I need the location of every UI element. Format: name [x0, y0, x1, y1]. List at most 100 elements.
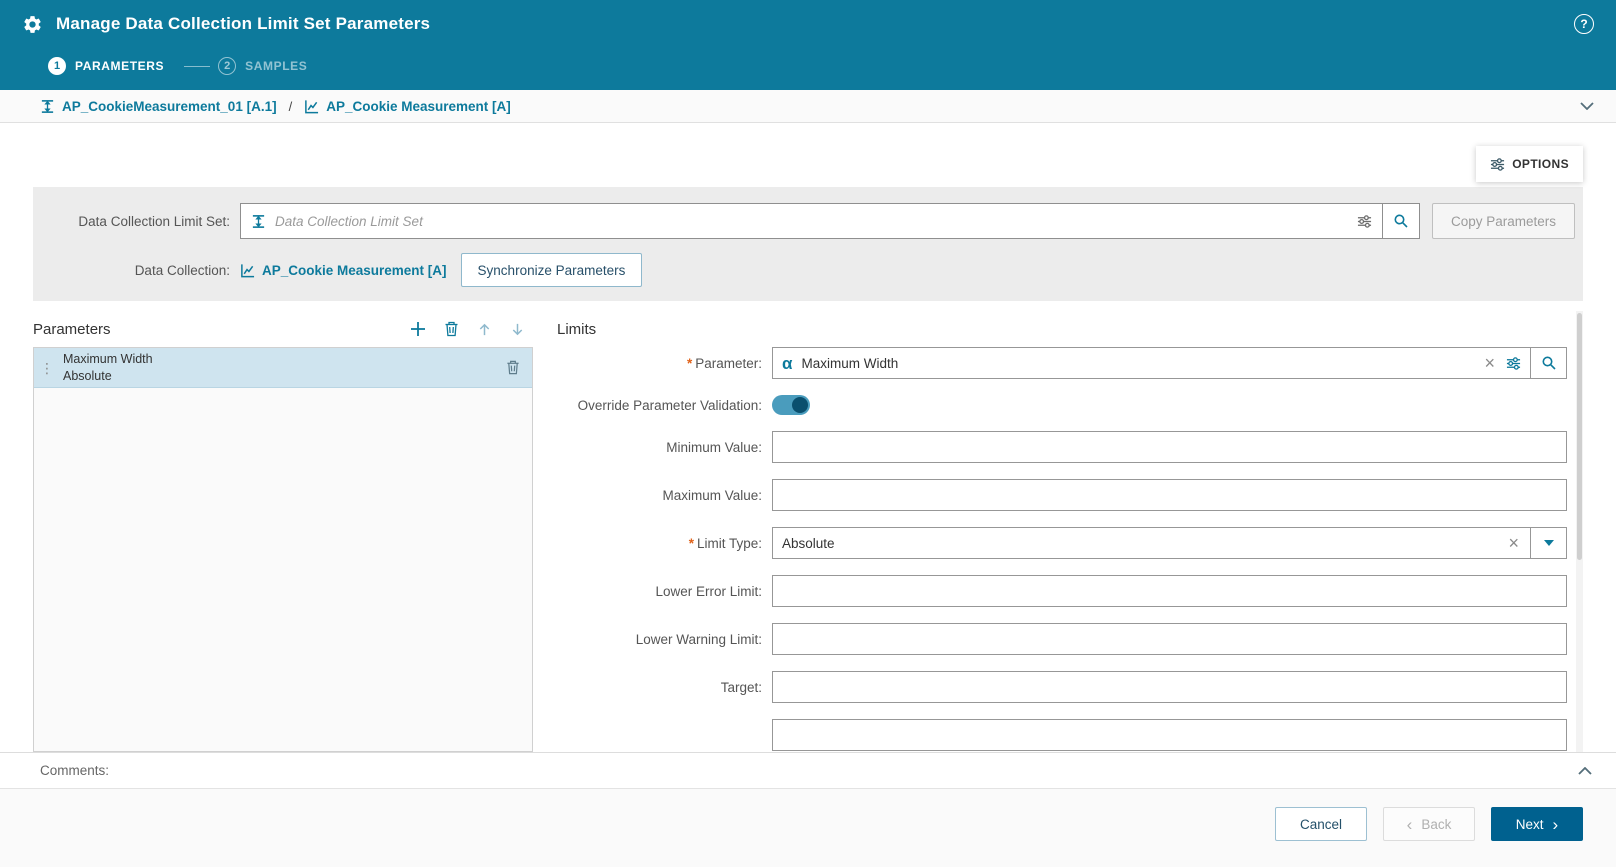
tune-icon[interactable] — [1357, 214, 1372, 229]
step-connector — [184, 65, 211, 67]
search-icon — [1541, 355, 1557, 371]
back-chevron-icon: ‹ — [1406, 814, 1413, 834]
chart-icon — [304, 99, 319, 114]
move-up-icon[interactable] — [477, 322, 492, 337]
list-item-maximum-width[interactable]: ⋮ Maximum Width Absolute — [34, 348, 532, 388]
limit-set-label: Data Collection Limit Set: — [78, 213, 230, 229]
next-button-label: Next — [1515, 816, 1544, 832]
help-icon[interactable]: ? — [1574, 14, 1594, 34]
back-button[interactable]: ‹ Back — [1383, 807, 1475, 841]
limit-set-panel: Data Collection Limit Set: Data Collecti… — [33, 187, 1583, 301]
delete-icon[interactable] — [444, 321, 459, 337]
clear-icon[interactable]: × — [1482, 354, 1497, 372]
limit-set-search-button[interactable] — [1382, 204, 1419, 238]
parameter-value: Maximum Width — [801, 355, 899, 371]
delete-icon[interactable] — [506, 360, 520, 375]
required-marker: * — [688, 535, 694, 551]
limits-panel: Limits * Parameter: α Maximum Width × Ov… — [557, 311, 1583, 752]
clear-icon[interactable]: × — [1506, 534, 1521, 552]
parameters-list: ⋮ Maximum Width Absolute — [33, 347, 533, 752]
maximum-value-label: Maximum Value: — [662, 487, 762, 503]
limit-type-label: * Limit Type: — [688, 535, 762, 551]
back-button-label: Back — [1421, 816, 1452, 832]
data-collection-row: Data Collection: AP_Cookie Measurement [… — [33, 253, 1583, 287]
breadcrumb: AP_CookieMeasurement_01 [A.1] / AP_Cooki… — [0, 90, 1616, 123]
lower-error-row: Lower Error Limit: — [557, 575, 1567, 607]
limit-type-select[interactable]: Absolute × — [772, 527, 1567, 559]
param-item-name: Maximum Width — [63, 352, 153, 367]
override-validation-toggle[interactable] — [772, 395, 810, 415]
page-title: Manage Data Collection Limit Set Paramet… — [56, 14, 431, 33]
target-row: Target: — [557, 671, 1567, 703]
param-item-limit-type: Absolute — [63, 368, 112, 383]
parameters-toolbar — [410, 321, 533, 337]
lower-error-limit-input[interactable] — [772, 575, 1567, 607]
options-tab[interactable]: OPTIONS — [1476, 146, 1583, 182]
toggle-knob — [792, 397, 808, 413]
cancel-button[interactable]: Cancel — [1275, 807, 1367, 841]
parameter-row: * Parameter: α Maximum Width × — [557, 347, 1567, 379]
step-1-label: PARAMETERS — [75, 59, 165, 73]
limits-title: Limits — [557, 320, 597, 338]
limit-type-dropdown-button[interactable] — [1530, 528, 1566, 558]
maximum-value-row: Maximum Value: — [557, 479, 1567, 511]
lower-warning-limit-input[interactable] — [772, 623, 1567, 655]
alpha-icon: α — [782, 353, 793, 373]
target-input[interactable] — [772, 671, 1567, 703]
limit-set-icon — [40, 99, 55, 114]
breadcrumb-limit-set-label: AP_CookieMeasurement_01 [A.1] — [62, 98, 277, 114]
tune-icon[interactable] — [1506, 356, 1521, 371]
limits-header: Limits — [557, 311, 1567, 347]
override-label: Override Parameter Validation: — [577, 397, 762, 413]
move-down-icon[interactable] — [510, 322, 525, 337]
chart-icon — [240, 263, 255, 278]
gear-icon — [22, 13, 44, 35]
parameters-limits-split: Parameters ⋮ Maximum Width Absolute Limi… — [33, 311, 1583, 752]
step-2-label: SAMPLES — [245, 59, 308, 73]
options-tab-label: OPTIONS — [1512, 157, 1569, 171]
override-row: Override Parameter Validation: — [557, 395, 1567, 415]
limit-type-row: * Limit Type: Absolute × — [557, 527, 1567, 559]
tune-icon — [1490, 157, 1505, 172]
limit-set-row: Data Collection Limit Set: Data Collecti… — [33, 203, 1583, 239]
limit-set-icon — [251, 214, 266, 229]
comments-bar[interactable]: Comments: — [0, 752, 1616, 788]
copy-parameters-button[interactable]: Copy Parameters — [1432, 203, 1576, 239]
minimum-value-label: Minimum Value: — [666, 439, 762, 455]
vertical-scrollbar[interactable] — [1576, 311, 1583, 752]
next-button[interactable]: Next › — [1491, 807, 1583, 841]
maximum-value-input[interactable] — [772, 479, 1567, 511]
wizard-steps: 1 PARAMETERS 2 SAMPLES — [0, 48, 1616, 90]
dropdown-arrow-icon — [1543, 540, 1554, 546]
wizard-step-parameters[interactable]: 1 PARAMETERS — [48, 57, 164, 75]
parameters-title: Parameters — [33, 320, 111, 338]
drag-handle-icon[interactable]: ⋮ — [40, 361, 54, 375]
data-collection-label: Data Collection: — [134, 262, 230, 278]
lower-warning-label: Lower Warning Limit: — [635, 631, 762, 647]
breadcrumb-separator: / — [288, 98, 293, 114]
scrollbar-thumb[interactable] — [1577, 313, 1582, 560]
limit-set-input[interactable]: Data Collection Limit Set — [240, 203, 1420, 239]
breadcrumb-limit-set[interactable]: AP_CookieMeasurement_01 [A.1] — [40, 99, 277, 114]
chevron-down-icon[interactable] — [1580, 102, 1594, 110]
minimum-value-row: Minimum Value: — [557, 431, 1567, 463]
chevron-up-icon[interactable] — [1578, 766, 1592, 775]
comments-label: Comments: — [40, 763, 110, 778]
limit-type-value: Absolute — [782, 535, 835, 551]
data-collection-link[interactable]: AP_Cookie Measurement [A] — [240, 263, 447, 278]
parameter-search-button[interactable] — [1530, 348, 1566, 378]
clipped-field-row — [557, 719, 1567, 751]
target-label: Target: — [720, 679, 762, 695]
breadcrumb-data-collection[interactable]: AP_Cookie Measurement [A] — [304, 99, 511, 114]
add-icon[interactable] — [410, 321, 426, 337]
parameter-input[interactable]: α Maximum Width × — [772, 347, 1567, 379]
data-collection-value: AP_Cookie Measurement [A] — [262, 262, 447, 278]
main-content: OPTIONS Data Collection Limit Set: Data … — [0, 123, 1616, 752]
minimum-value-input[interactable] — [772, 431, 1567, 463]
synchronize-parameters-button[interactable]: Synchronize Parameters — [460, 253, 643, 287]
lower-error-label: Lower Error Limit: — [655, 583, 762, 599]
limits-form: * Parameter: α Maximum Width × Override … — [557, 347, 1567, 752]
wizard-step-samples[interactable]: 2 SAMPLES — [218, 57, 307, 75]
clipped-input[interactable] — [772, 719, 1567, 751]
next-chevron-icon: › — [1552, 814, 1559, 834]
